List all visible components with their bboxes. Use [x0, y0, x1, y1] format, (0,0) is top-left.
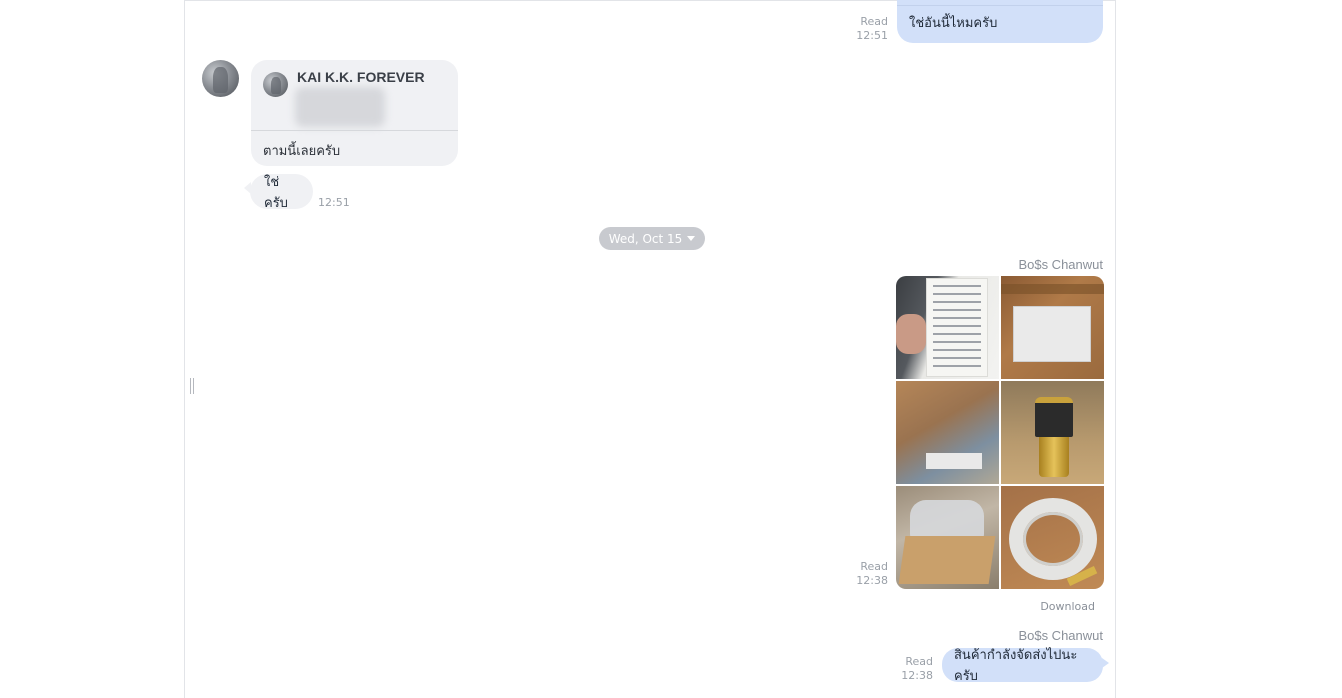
photo-open-box[interactable] — [896, 486, 999, 589]
outgoing-message-bubble[interactable]: ใช่อันนี้ไหมครับ — [897, 0, 1103, 43]
read-label: Read — [860, 15, 888, 28]
chevron-down-icon — [687, 236, 696, 241]
photo-brass-nozzle[interactable] — [1001, 381, 1104, 484]
message-time: 12:51 — [856, 29, 888, 42]
incoming-message-bubble[interactable]: ใช่ครับ — [250, 174, 313, 211]
photo-fire-hose[interactable] — [1001, 486, 1104, 589]
message-text: สินค้ากำลังจัดส่งไปนะครับ — [954, 648, 1078, 684]
read-label: Read — [860, 560, 888, 573]
download-link[interactable]: Download — [1000, 600, 1095, 613]
photo-album[interactable] — [896, 276, 1104, 589]
read-label: Read — [905, 655, 933, 668]
outgoing-message-bubble[interactable]: สินค้ากำลังจัดส่งไปนะครับ — [942, 648, 1103, 684]
drag-handle-icon[interactable] — [190, 378, 196, 394]
contact-avatar — [263, 72, 288, 97]
read-receipt: Read 12:51 — [846, 15, 888, 43]
read-receipt: Read 12:38 — [846, 560, 888, 588]
date-separator[interactable]: Wed, Oct 15 — [599, 227, 705, 250]
read-receipt: Read 12:38 — [891, 655, 933, 683]
photo-wrapped-box[interactable] — [896, 381, 999, 484]
message-time: 12:38 — [901, 669, 933, 682]
message-text: ตามนี้เลยครับ — [263, 144, 341, 159]
photo-receipt[interactable] — [896, 276, 999, 379]
bubble-divider — [897, 5, 1103, 6]
card-divider — [251, 130, 458, 131]
sender-avatar[interactable] — [202, 60, 239, 97]
date-label: Wed, Oct 15 — [608, 231, 683, 246]
message-time: 12:38 — [856, 574, 888, 587]
bubble-tail — [1102, 658, 1109, 668]
sender-name: Bo$s Chanwut — [1018, 628, 1103, 643]
contact-name: KAI K.K. FOREVER — [297, 69, 425, 85]
message-text: ใช่อันนี้ไหมครับ — [909, 16, 998, 31]
message-time: 12:51 — [318, 196, 350, 209]
message-text: ใช่ครับ — [264, 174, 288, 211]
photo-package-label[interactable] — [1001, 276, 1104, 379]
sender-name: Bo$s Chanwut — [1018, 257, 1103, 272]
blurred-contact-details — [295, 87, 385, 127]
shared-contact-card[interactable]: KAI K.K. FOREVER ตามนี้เลยครับ — [251, 60, 458, 166]
